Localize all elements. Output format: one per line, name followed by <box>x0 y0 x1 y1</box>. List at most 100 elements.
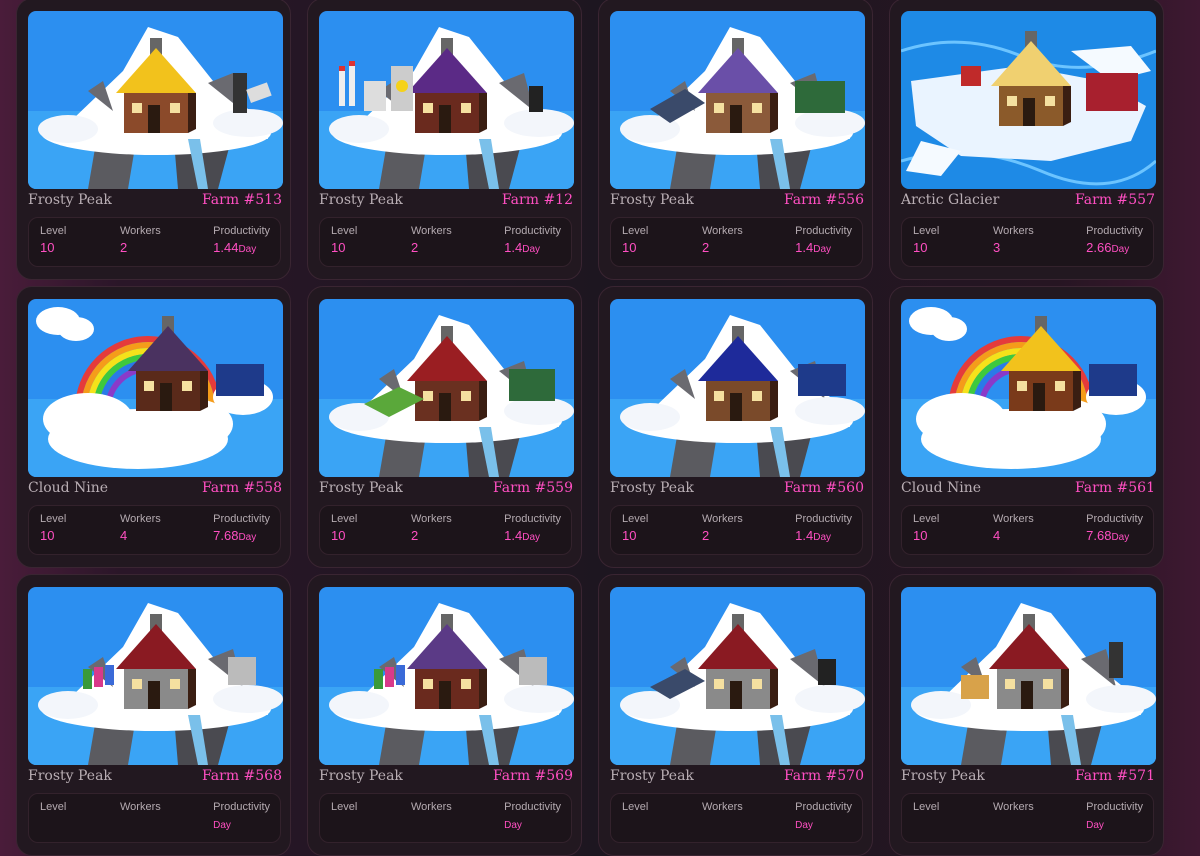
productivity-value: 7.68Day <box>1086 528 1143 543</box>
farm-thumbnail[interactable] <box>610 299 865 477</box>
productivity-label: Productivity <box>213 801 270 813</box>
productivity-value: 1.4Day <box>504 528 561 543</box>
level-stat: Level <box>622 801 648 816</box>
farm-id: Farm #561 <box>1075 480 1155 496</box>
productivity-stat: Productivity Day <box>795 801 852 831</box>
farm-card[interactable]: Frosty Peak Farm #568 Level Workers Prod… <box>16 574 291 856</box>
workers-label: Workers <box>993 225 1034 237</box>
farm-card[interactable]: Arctic Glacier Farm #557 Level 10 Worker… <box>889 0 1164 280</box>
farm-name: Frosty Peak <box>28 192 112 208</box>
farm-id: Farm #559 <box>493 480 573 496</box>
productivity-unit: Day <box>238 532 257 543</box>
farm-id: Farm #568 <box>202 768 282 784</box>
farm-thumbnail[interactable] <box>319 299 574 477</box>
productivity-label: Productivity <box>1086 801 1143 813</box>
farm-stats: Level 10 Workers 3 Productivity 2.66Day <box>901 217 1154 267</box>
farm-id: Farm #556 <box>784 192 864 208</box>
workers-label: Workers <box>702 513 743 525</box>
productivity-value: 2.66Day <box>1086 240 1143 255</box>
productivity-value: Day <box>213 816 270 831</box>
productivity-label: Productivity <box>1086 225 1143 237</box>
productivity-stat: Productivity 1.4Day <box>504 513 561 543</box>
farm-card[interactable]: Frosty Peak Farm #559 Level 10 Workers 2… <box>307 286 582 568</box>
productivity-stat: Productivity 7.68Day <box>1086 513 1143 543</box>
farm-card[interactable]: Frosty Peak Farm #556 Level 10 Workers 2… <box>598 0 873 280</box>
farm-thumbnail[interactable] <box>319 11 574 189</box>
productivity-unit: Day <box>1086 820 1104 831</box>
farm-thumbnail[interactable] <box>901 587 1156 765</box>
level-stat: Level <box>331 801 357 816</box>
productivity-stat: Productivity 1.4Day <box>795 225 852 255</box>
productivity-unit: Day <box>795 820 813 831</box>
level-value: 10 <box>622 528 637 543</box>
level-label: Level <box>40 801 67 813</box>
productivity-unit: Day <box>522 244 541 255</box>
level-label: Level <box>40 225 67 237</box>
workers-stat: Workers <box>702 801 743 816</box>
farm-card[interactable]: Frosty Peak Farm #569 Level Workers Prod… <box>307 574 582 856</box>
workers-stat: Workers 4 <box>993 513 1034 543</box>
productivity-stat: Productivity Day <box>213 801 270 831</box>
farm-name: Frosty Peak <box>28 768 112 784</box>
workers-label: Workers <box>120 513 161 525</box>
farm-thumbnail[interactable] <box>28 11 283 189</box>
farm-thumbnail[interactable] <box>319 587 574 765</box>
farm-id: Farm #558 <box>202 480 282 496</box>
farm-card[interactable]: Frosty Peak Farm #571 Level Workers Prod… <box>889 574 1164 856</box>
workers-stat: Workers 3 <box>993 225 1034 255</box>
workers-label: Workers <box>702 225 743 237</box>
productivity-unit: Day <box>1111 244 1130 255</box>
productivity-stat: Productivity Day <box>1086 801 1143 831</box>
farm-thumbnail[interactable] <box>901 11 1156 189</box>
workers-value: 3 <box>993 240 1001 255</box>
productivity-stat: Productivity 1.4Day <box>795 513 852 543</box>
farm-thumbnail[interactable] <box>610 11 865 189</box>
productivity-number: 7.68 <box>213 528 239 543</box>
farm-name: Frosty Peak <box>901 768 985 784</box>
farm-thumbnail[interactable] <box>901 299 1156 477</box>
level-label: Level <box>913 801 940 813</box>
productivity-value: 1.44Day <box>213 240 270 255</box>
level-stat: Level 10 <box>622 225 648 255</box>
level-label: Level <box>331 513 358 525</box>
productivity-label: Productivity <box>795 513 852 525</box>
productivity-value: Day <box>795 816 852 831</box>
productivity-value: 1.4Day <box>795 528 852 543</box>
productivity-label: Productivity <box>504 801 561 813</box>
farm-card[interactable]: Frosty Peak Farm #513 Level 10 Workers 2… <box>16 0 291 280</box>
level-value: 10 <box>331 528 346 543</box>
workers-stat: Workers 2 <box>411 513 452 543</box>
productivity-unit: Day <box>813 532 832 543</box>
level-value: 10 <box>622 240 637 255</box>
workers-value: 2 <box>411 528 419 543</box>
farm-stats: Level 10 Workers 2 Productivity 1.4Day <box>319 505 572 555</box>
farm-card[interactable]: Cloud Nine Farm #561 Level 10 Workers 4 … <box>889 286 1164 568</box>
workers-stat: Workers <box>120 801 161 816</box>
workers-stat: Workers 2 <box>411 225 452 255</box>
productivity-value: 7.68Day <box>213 528 270 543</box>
farm-card[interactable]: Frosty Peak Farm #12 Level 10 Workers 2 … <box>307 0 582 280</box>
farm-card[interactable]: Frosty Peak Farm #570 Level Workers Prod… <box>598 574 873 856</box>
level-label: Level <box>622 513 649 525</box>
farm-id: Farm #569 <box>493 768 573 784</box>
productivity-value: Day <box>1086 816 1143 831</box>
farm-card[interactable]: Frosty Peak Farm #560 Level 10 Workers 2… <box>598 286 873 568</box>
farm-thumbnail[interactable] <box>610 587 865 765</box>
productivity-unit: Day <box>522 532 541 543</box>
workers-stat: Workers 2 <box>702 225 743 255</box>
farm-thumbnail[interactable] <box>28 587 283 765</box>
level-label: Level <box>40 513 67 525</box>
level-stat: Level 10 <box>913 225 939 255</box>
farm-card[interactable]: Cloud Nine Farm #558 Level 10 Workers 4 … <box>16 286 291 568</box>
farm-name: Frosty Peak <box>319 480 403 496</box>
productivity-value: Day <box>504 816 561 831</box>
productivity-number: 7.68 <box>1086 528 1112 543</box>
level-stat: Level 10 <box>331 513 357 543</box>
farm-stats: Level Workers Productivity Day <box>28 793 281 843</box>
productivity-stat: Productivity 7.68Day <box>213 513 270 543</box>
productivity-label: Productivity <box>504 225 561 237</box>
farm-thumbnail[interactable] <box>28 299 283 477</box>
productivity-stat: Productivity 2.66Day <box>1086 225 1143 255</box>
productivity-unit: Day <box>813 244 832 255</box>
farm-name: Frosty Peak <box>319 192 403 208</box>
